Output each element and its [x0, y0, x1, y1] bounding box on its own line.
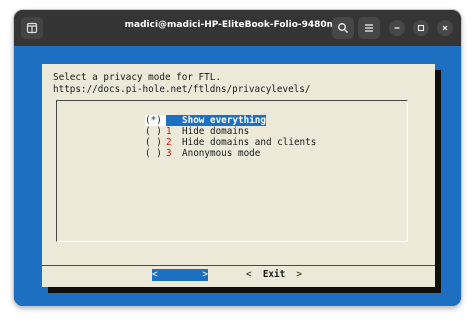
- exit-button-left-bracket: <: [246, 269, 252, 280]
- ok-button[interactable]: <Continue>: [152, 269, 208, 281]
- option-label: Show everything: [182, 115, 266, 126]
- radiolist-box: (*) 0 Show everything ( ) 1 Hide domains ( )…: [56, 100, 408, 242]
- hamburger-menu-icon: [365, 24, 373, 32]
- minimize-button[interactable]: [389, 20, 405, 36]
- terminal-area[interactable]: Select a privacy mode for FTL. https://d…: [14, 46, 461, 306]
- option-label: Anonymous mode: [182, 148, 261, 159]
- option-tag: 1: [166, 126, 172, 137]
- ok-button-label: Continue: [157, 269, 203, 280]
- exit-button[interactable]: < Exit >: [246, 269, 302, 281]
- menu-button[interactable]: [358, 17, 380, 39]
- option-tag: 0: [166, 115, 182, 126]
- exit-button-label: Exit: [262, 269, 286, 280]
- option-label: Hide domains: [182, 126, 250, 137]
- button-separator: [42, 265, 435, 266]
- maximize-button[interactable]: [413, 20, 429, 36]
- close-icon: [442, 25, 448, 31]
- option-label: Hide domains and clients: [182, 137, 317, 148]
- search-button[interactable]: [332, 17, 354, 39]
- radio-indicator[interactable]: ( ): [145, 126, 166, 137]
- search-icon: [338, 23, 348, 33]
- option-anonymous-mode[interactable]: ( ) 3 Anonymous mode: [145, 148, 260, 159]
- maximize-icon: [417, 24, 425, 32]
- option-tag: 2: [166, 137, 172, 148]
- prompt-line-2: https://docs.pi-hole.net/ftldns/privacyl…: [53, 84, 311, 95]
- option-show-everything[interactable]: (*) 0 Show everything: [145, 115, 266, 126]
- dialog-prompt: Select a privacy mode for FTL. https://d…: [53, 72, 310, 96]
- prompt-line-1: Select a privacy mode for FTL.: [53, 72, 221, 83]
- exit-button-right-bracket: >: [296, 269, 303, 280]
- close-button[interactable]: [437, 20, 453, 36]
- title-bar: madici@madici-HP-EliteBook-Folio-9480m: …: [14, 10, 461, 46]
- option-hide-domains-and-clients[interactable]: ( ) 2 Hide domains and clients: [145, 137, 316, 148]
- whiptail-dialog: Select a privacy mode for FTL. https://d…: [42, 64, 435, 287]
- radio-indicator[interactable]: ( ): [145, 148, 166, 159]
- terminal-window: madici@madici-HP-EliteBook-Folio-9480m: …: [14, 10, 461, 306]
- option-hide-domains[interactable]: ( ) 1 Hide domains: [145, 126, 249, 137]
- radio-indicator[interactable]: ( ): [145, 137, 166, 148]
- option-tag: 3: [166, 148, 172, 159]
- minimize-icon: [394, 27, 400, 29]
- ok-button-right-bracket: >: [202, 269, 208, 280]
- radio-indicator[interactable]: (*): [145, 115, 166, 126]
